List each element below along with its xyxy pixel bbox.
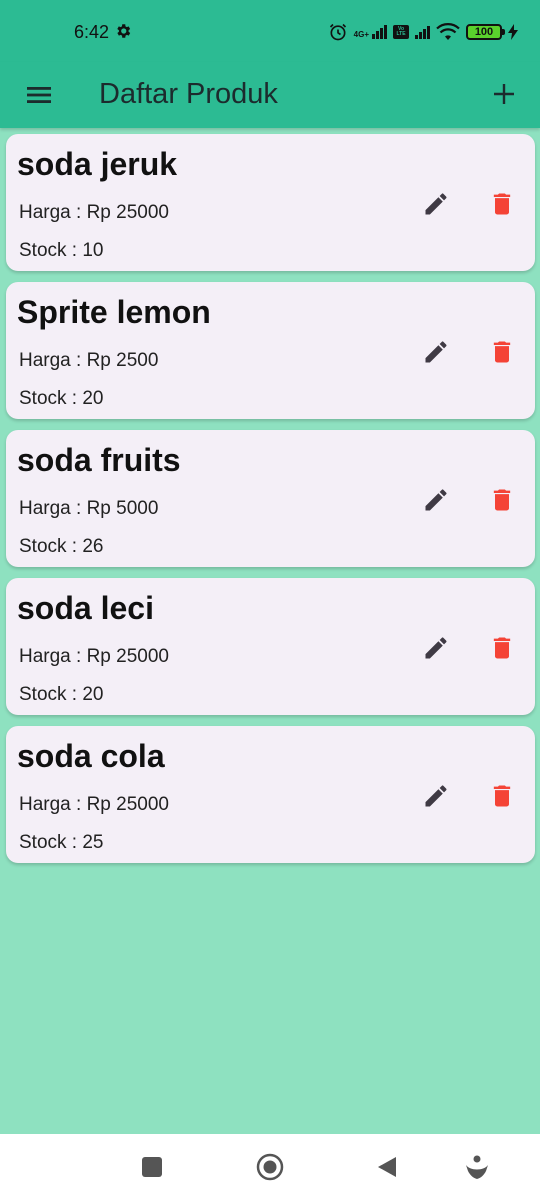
product-card[interactable]: soda cola Harga : Rp 25000 Stock : 25	[6, 726, 535, 863]
edit-button[interactable]	[418, 482, 454, 518]
product-name: soda fruits	[17, 442, 181, 478]
product-price: Harga : Rp 25000	[19, 794, 169, 815]
signal-bar	[380, 28, 383, 39]
product-name: soda jeruk	[17, 146, 178, 182]
signal-bar	[384, 25, 387, 39]
menu-icon	[27, 87, 51, 103]
product-price: Harga : Rp 25000	[19, 202, 169, 223]
app-bar: Daftar Produk	[0, 62, 540, 128]
product-name: Sprite lemon	[17, 294, 211, 330]
pencil-icon	[425, 785, 447, 807]
signal-bar	[376, 31, 379, 39]
signal-bar	[423, 28, 426, 39]
delete-button[interactable]	[484, 334, 520, 370]
back-triangle-icon	[378, 1157, 396, 1177]
product-card[interactable]: soda leci Harga : Rp 25000 Stock : 20	[6, 578, 535, 715]
edit-button[interactable]	[418, 778, 454, 814]
home-circle-icon	[256, 1153, 284, 1181]
delete-button[interactable]	[484, 482, 520, 518]
assistant-button[interactable]	[462, 1152, 492, 1182]
battery-icon: 100	[466, 24, 505, 40]
product-stock: Stock : 20	[19, 388, 104, 409]
home-button[interactable]	[255, 1152, 285, 1182]
product-stock: Stock : 26	[19, 536, 104, 557]
product-list: soda jeruk Harga : Rp 25000 Stock : 10 S…	[6, 134, 535, 874]
trash-icon	[493, 193, 511, 215]
delete-button[interactable]	[484, 778, 520, 814]
pencil-icon	[425, 637, 447, 659]
trash-icon	[493, 489, 511, 511]
trash-icon	[493, 341, 511, 363]
menu-button[interactable]	[22, 78, 56, 112]
status-bar: 6:42 4G+ Vo LTE 100	[0, 0, 540, 62]
product-stock: Stock : 25	[19, 832, 104, 853]
volte-icon: Vo LTE	[393, 25, 409, 39]
product-price: Harga : Rp 5000	[19, 498, 159, 519]
product-stock: Stock : 10	[19, 240, 104, 261]
assistant-icon	[466, 1155, 488, 1179]
signal-bar	[372, 34, 375, 39]
signal-icon	[415, 25, 430, 39]
edit-button[interactable]	[418, 630, 454, 666]
signal-bar	[427, 25, 430, 39]
add-product-button[interactable]	[486, 76, 522, 112]
network-label: 4G+	[353, 30, 369, 39]
back-button[interactable]	[372, 1152, 402, 1182]
battery-level: 100	[474, 26, 494, 38]
status-icons: 4G+ Vo LTE 100	[328, 20, 518, 44]
square-icon	[142, 1157, 162, 1177]
delete-button[interactable]	[484, 186, 520, 222]
edit-button[interactable]	[418, 186, 454, 222]
product-price: Harga : Rp 25000	[19, 646, 169, 667]
product-price: Harga : Rp 2500	[19, 350, 159, 371]
status-time: 6:42	[74, 22, 110, 42]
product-card[interactable]: soda jeruk Harga : Rp 25000 Stock : 10	[6, 134, 535, 271]
plus-icon	[494, 84, 514, 104]
gear-icon	[117, 24, 131, 38]
page-title: Daftar Produk	[99, 78, 278, 110]
alarm-icon	[329, 23, 346, 41]
signal-bar	[415, 34, 418, 39]
pencil-icon	[425, 341, 447, 363]
product-name: soda cola	[17, 738, 165, 774]
trash-icon	[493, 785, 511, 807]
wifi-icon	[436, 23, 460, 40]
product-name: soda leci	[17, 590, 154, 626]
network-indicator: 4G+	[354, 25, 387, 39]
product-card[interactable]: Sprite lemon Harga : Rp 2500 Stock : 20	[6, 282, 535, 419]
product-card[interactable]: soda fruits Harga : Rp 5000 Stock : 26	[6, 430, 535, 567]
system-nav-bar	[0, 1134, 540, 1200]
trash-icon	[493, 637, 511, 659]
pencil-icon	[425, 489, 447, 511]
delete-button[interactable]	[484, 630, 520, 666]
edit-button[interactable]	[418, 334, 454, 370]
recents-button[interactable]	[137, 1152, 167, 1182]
product-stock: Stock : 20	[19, 684, 104, 705]
pencil-icon	[425, 193, 447, 215]
signal-bar	[419, 31, 422, 39]
charging-icon	[508, 24, 518, 40]
